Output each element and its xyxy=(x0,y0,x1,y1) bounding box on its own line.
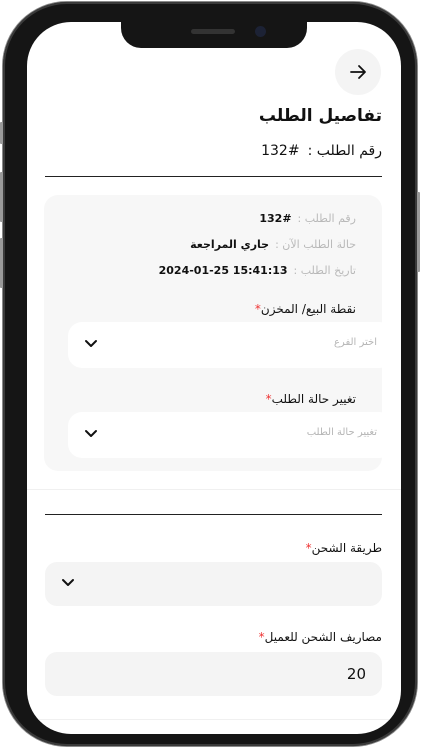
shipping-divider xyxy=(45,514,382,515)
status-change-label-text: تغيير حالة الطلب xyxy=(271,392,356,406)
chevron-down-icon xyxy=(85,340,97,347)
shipping-cost-label-text: مصاريف الشحن للعميل xyxy=(264,630,382,644)
detail-date-value: 2024-01-25 15:41:13 xyxy=(158,264,288,277)
shipping-cost-value: 20 xyxy=(346,665,366,683)
chevron-down-icon xyxy=(62,579,74,586)
branch-field-label: نقطة البيع/ المخزن* xyxy=(255,302,356,316)
order-details-card: رقم الطلب : #132 حالة الطلب الآن : جاري ال… xyxy=(44,195,393,471)
notch xyxy=(121,22,307,48)
order-number-header: رقم الطلب : #132 xyxy=(261,143,382,159)
shipping-method-label-text: طريقة الشحن xyxy=(311,541,382,555)
detail-status: حالة الطلب الآن : جاري المراجعة xyxy=(190,238,356,251)
camera xyxy=(255,26,266,37)
shipping-method-field-label: طريقة الشحن* xyxy=(306,541,382,555)
back-button[interactable] xyxy=(335,49,381,95)
status-change-field-label: تغيير حالة الطلب* xyxy=(266,392,356,406)
chevron-down-icon xyxy=(85,430,97,437)
page-title: تفاصيل الطلب xyxy=(258,106,382,126)
detail-date-label: تاريخ الطلب : xyxy=(293,264,356,277)
branch-select-placeholder: اختر الفرع xyxy=(333,337,377,348)
detail-order-number-label: رقم الطلب : xyxy=(297,212,356,225)
detail-date: تاريخ الطلب : 2024-01-25 15:41:13 xyxy=(159,264,356,277)
status-change-select[interactable]: تغيير حالة الطلب xyxy=(68,412,393,458)
power-button xyxy=(417,192,420,272)
branch-select[interactable]: اختر الفرع xyxy=(68,322,393,368)
status-change-placeholder: تغيير حالة الطلب xyxy=(306,427,377,438)
phone-frame: تفاصيل الطلب رقم الطلب : #132 رقم الطلب :… xyxy=(0,2,420,746)
volume-down-button xyxy=(0,238,3,288)
detail-status-value: جاري المراجعة xyxy=(190,238,270,251)
section-separator xyxy=(27,489,401,490)
header-divider xyxy=(45,176,382,177)
shipping-method-select[interactable] xyxy=(45,562,382,606)
detail-order-number-value: #132 xyxy=(259,212,292,225)
shipping-cost-field-label: مصاريف الشحن للعميل* xyxy=(259,630,382,644)
app-screen: تفاصيل الطلب رقم الطلب : #132 رقم الطلب :… xyxy=(27,22,401,734)
branch-label-text: نقطة البيع/ المخزن xyxy=(260,302,356,316)
volume-up-button xyxy=(0,172,3,222)
bottom-separator xyxy=(27,719,401,720)
mute-switch xyxy=(0,122,3,144)
arrow-right-icon xyxy=(350,65,366,79)
order-number-label: رقم الطلب : xyxy=(307,143,382,159)
shipping-cost-input[interactable]: 20 xyxy=(45,652,382,696)
detail-order-number: رقم الطلب : #132 xyxy=(259,212,356,225)
detail-status-label: حالة الطلب الآن : xyxy=(275,238,356,251)
speaker xyxy=(191,29,235,34)
order-number-value: #132 xyxy=(261,143,300,159)
